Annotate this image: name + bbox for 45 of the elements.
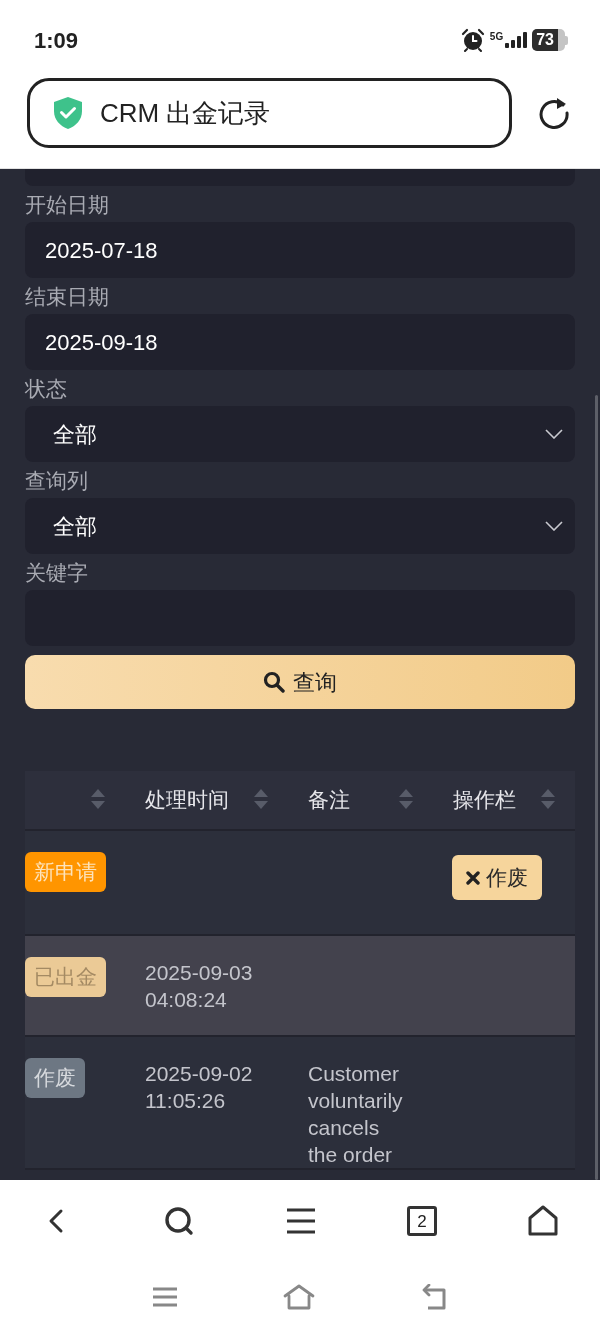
shield-check-icon — [54, 97, 82, 129]
dropdown-field[interactable]: 全部 — [25, 406, 575, 462]
table-row[interactable]: 作废 2025-09-02 11:05:26 Customer voluntarily cancels the order — [25, 1037, 575, 1170]
sort-icon[interactable] — [91, 789, 105, 811]
battery-indicator: 73 — [532, 29, 568, 51]
table-row[interactable]: 已出金 2025-09-03 04:08:24 — [25, 936, 575, 1037]
sort-icon[interactable] — [399, 789, 413, 811]
status-badge: 新申请 — [25, 852, 106, 892]
menu-icon[interactable] — [285, 1207, 317, 1235]
return-icon[interactable] — [420, 1283, 448, 1310]
chevron-down-icon — [545, 429, 563, 439]
field-label: 关键字 — [25, 561, 88, 583]
address-bar[interactable]: CRM 出金记录 — [27, 78, 512, 148]
refresh-icon[interactable] — [537, 96, 571, 130]
status-badge: 已出金 — [25, 957, 106, 997]
dropdown-field[interactable]: 全部 — [25, 498, 575, 554]
x-icon — [466, 870, 480, 885]
alarm-clock-icon — [460, 28, 485, 52]
signal-icon — [505, 32, 528, 48]
tabs-button[interactable]: 2 — [407, 1206, 437, 1236]
field-label: 开始日期 — [25, 193, 109, 215]
search-button[interactable]: 查询 — [25, 655, 575, 709]
timestamp-text: 2025-09-02 11:05:26 — [145, 1061, 254, 1114]
search-icon — [263, 671, 285, 693]
field-label: 结束日期 — [25, 285, 109, 307]
column-header: 处理时间 — [145, 787, 229, 814]
action-button[interactable]: 作废 — [452, 855, 542, 900]
input-field[interactable] — [25, 169, 575, 186]
note-text: Customer voluntarily cancels the order — [308, 1061, 404, 1168]
network-type: 5G — [489, 32, 504, 42]
column-header: 备注 — [308, 787, 350, 814]
sort-icon[interactable] — [541, 789, 555, 811]
date-field[interactable]: 2025-07-18 — [25, 222, 575, 278]
chevron-down-icon — [545, 521, 563, 531]
column-header: 操作栏 — [453, 787, 516, 814]
date-field[interactable]: 2025-09-18 — [25, 314, 575, 370]
sort-icon[interactable] — [254, 789, 268, 811]
field-label: 查询列 — [25, 469, 88, 491]
field-label: 状态 — [25, 377, 67, 399]
home-icon[interactable] — [527, 1205, 559, 1237]
status-badge: 作废 — [25, 1058, 85, 1098]
table-row[interactable]: 新申请 作废 — [25, 831, 575, 936]
timestamp-text: 2025-09-03 04:08:24 — [145, 960, 254, 1013]
search-icon[interactable] — [163, 1205, 195, 1237]
status-time: 1:09 — [34, 26, 79, 55]
